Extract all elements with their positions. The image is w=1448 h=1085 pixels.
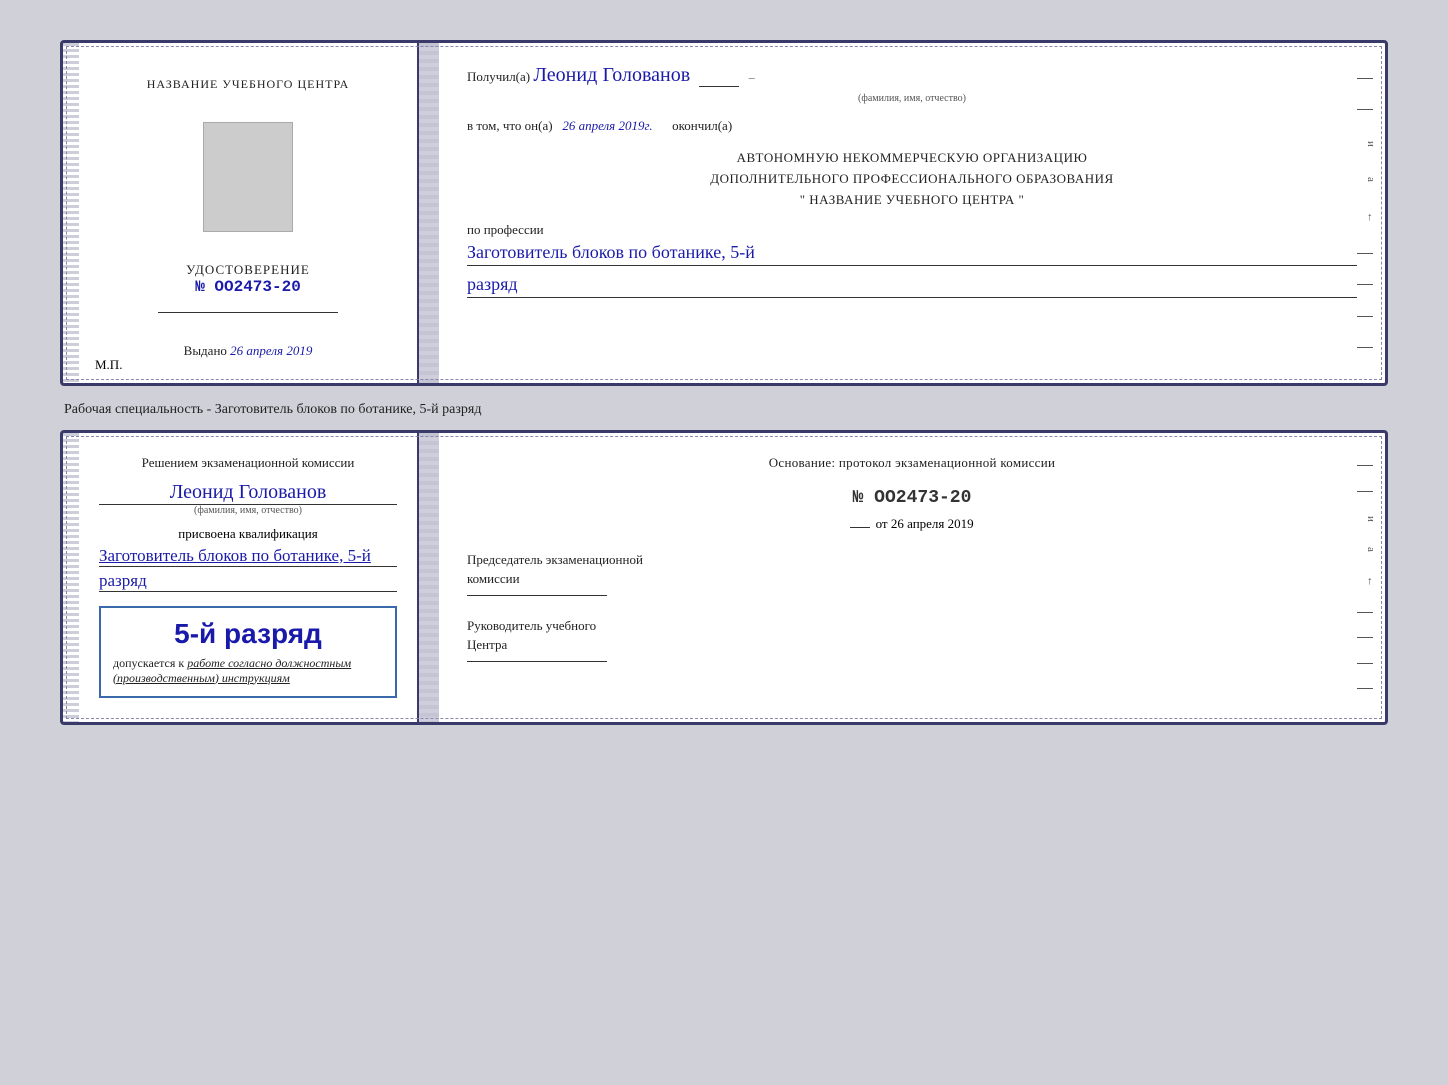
right-decorative-lines-2: и а ← <box>1357 433 1377 722</box>
okonchil-suffix: окончил(а) <box>672 118 732 133</box>
resheniyem-title: Решением экзаменационной комиссии <box>99 453 397 473</box>
dopuskaetsya-text: допускается к работе согласно должностны… <box>113 656 383 686</box>
ruk-sign-line <box>467 661 607 662</box>
photo-placeholder <box>203 122 293 232</box>
speciality-label: Рабочая специальность - Заготовитель бло… <box>60 402 1388 418</box>
qual-left-panel: Решением экзаменационной комиссии Леонид… <box>79 433 419 722</box>
po-professii-label: по профессии <box>467 222 1357 238</box>
ruk-label: Руководитель учебного Центра <box>467 616 1357 662</box>
prisvoyena-label: присвоена квалификация <box>99 526 397 542</box>
qualification-card: Решением экзаменационной комиссии Леонид… <box>60 430 1388 725</box>
fio-label-cert: (фамилия, имя, отчество) <box>467 93 1357 104</box>
spine-divider <box>419 43 439 383</box>
profession-name-cert: Заготовитель блоков по ботанике, 5-й <box>467 242 1357 266</box>
chairman-sign-line <box>467 595 607 596</box>
vtom-row: в том, что он(а) 26 апреля 2019г. окончи… <box>467 118 1357 134</box>
poluchil-row: Получил(а) Леонид Голованов – <box>467 63 1357 87</box>
chairman-label: Председатель экзаменационной комиссии <box>467 550 1357 596</box>
qual-right-panel: Основание: протокол экзаменационной коми… <box>439 433 1385 722</box>
udostoverenie-label: УДОСТОВЕРЕНИЕ <box>186 262 310 278</box>
page-wrapper: НАЗВАНИЕ УЧЕБНОГО ЦЕНТРА УДОСТОВЕРЕНИЕ №… <box>20 20 1428 761</box>
person-name-cert: Леонид Голованов <box>533 63 690 87</box>
person-name-qual: Леонид Голованов <box>99 481 397 505</box>
razryad-qual: разряд <box>99 571 397 592</box>
auto-block: АВТОНОМНУЮ НЕКОММЕРЧЕСКУЮ ОРГАНИЗАЦИЮ ДО… <box>467 148 1357 210</box>
school-name-left: НАЗВАНИЕ УЧЕБНОГО ЦЕНТРА <box>147 77 350 92</box>
protocol-number: № OO2473-20 <box>467 488 1357 508</box>
cert-date-value: 26 апреля 2019г. <box>562 118 652 133</box>
stamp-razryad-text: 5-й разряд <box>113 618 383 650</box>
ot-date-row: от 26 апреля 2019 <box>467 516 1357 532</box>
vtom-text: в том, что он(а) <box>467 118 553 133</box>
certificate-card: НАЗВАНИЕ УЧЕБНОГО ЦЕНТРА УДОСТОВЕРЕНИЕ №… <box>60 40 1388 386</box>
razryad-cert: разряд <box>467 274 1357 298</box>
osnovanie-title: Основание: протокол экзаменационной коми… <box>467 453 1357 474</box>
right-decorative-lines: и а ← <box>1357 43 1377 383</box>
stamp-box: 5-й разряд допускается к работе согласно… <box>99 606 397 698</box>
profession-name-qual: Заготовитель блоков по ботанике, 5-й <box>99 546 397 567</box>
vydano-label: Выдано <box>184 343 227 358</box>
poluchil-prefix: Получил(а) <box>467 69 530 84</box>
mp-label: М.П. <box>95 357 122 373</box>
fio-label-qual: (фамилия, имя, отчество) <box>99 505 397 516</box>
cert-left-panel: НАЗВАНИЕ УЧЕБНОГО ЦЕНТРА УДОСТОВЕРЕНИЕ №… <box>79 43 419 383</box>
ot-date-value: 26 апреля 2019 <box>891 516 974 531</box>
spine-divider-2 <box>419 433 439 722</box>
left-border-pattern <box>63 43 79 383</box>
ot-label: от <box>876 516 888 531</box>
instruktsiyam-text: (производственным) инструкциям <box>113 671 290 685</box>
left-border-pattern-2 <box>63 433 79 722</box>
cert-right-panel: Получил(а) Леонид Голованов – (фамилия, … <box>439 43 1385 383</box>
rabote-italic: работе согласно должностным <box>187 656 351 670</box>
vydano-date: 26 апреля 2019 <box>230 343 312 358</box>
vydano-row: Выдано 26 апреля 2019 <box>184 343 313 359</box>
cert-number-left: № OO2473-20 <box>195 278 301 296</box>
